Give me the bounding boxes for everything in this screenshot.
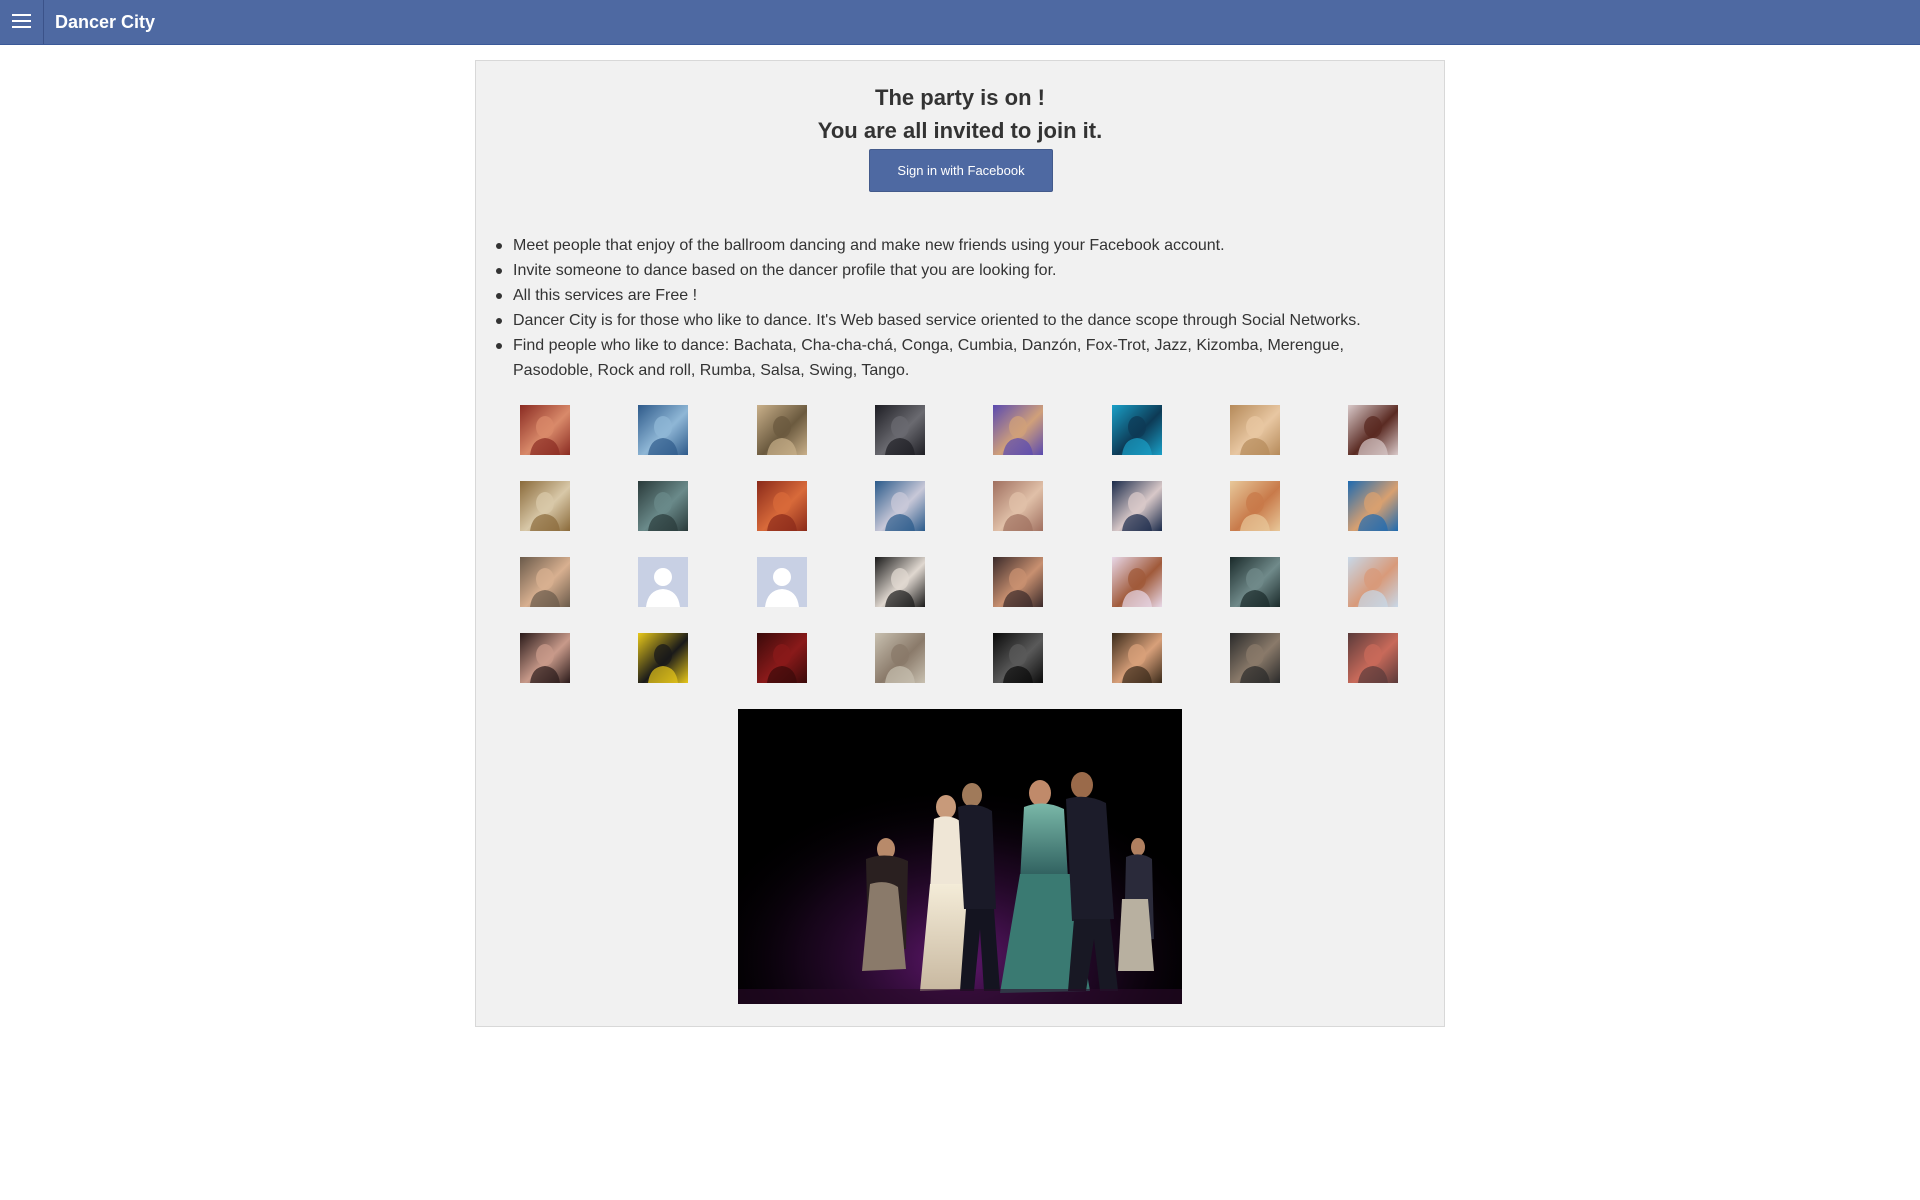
member-photo xyxy=(648,492,678,531)
member-avatar[interactable] xyxy=(1230,481,1280,531)
member-avatar[interactable] xyxy=(875,557,925,607)
member-photo xyxy=(1240,492,1270,531)
member-avatar[interactable] xyxy=(757,633,807,683)
member-photo xyxy=(1358,492,1388,531)
member-photo xyxy=(1240,644,1270,683)
member-photo xyxy=(885,568,915,607)
member-avatar[interactable] xyxy=(993,481,1043,531)
member-avatar[interactable] xyxy=(757,405,807,455)
feature-item: Dancer City is for those who like to dan… xyxy=(496,308,1413,333)
member-photo xyxy=(1358,416,1388,455)
member-photo xyxy=(530,492,560,531)
member-avatar[interactable] xyxy=(638,405,688,455)
member-photo xyxy=(1003,568,1033,607)
headline-line-2: You are all invited to join it. xyxy=(817,118,1103,143)
member-avatar[interactable] xyxy=(875,405,925,455)
default-user-silhouette-icon xyxy=(646,568,680,607)
member-avatar[interactable] xyxy=(638,633,688,683)
feature-list: Meet people that enjoy of the ballroom d… xyxy=(496,233,1413,383)
member-photo xyxy=(1122,644,1152,683)
member-avatar[interactable] xyxy=(1112,405,1162,455)
member-avatar[interactable] xyxy=(875,633,925,683)
member-avatar[interactable] xyxy=(1112,633,1162,683)
member-photo xyxy=(1122,568,1152,607)
feature-item: All this services are Free ! xyxy=(496,283,1413,308)
member-photo xyxy=(1003,644,1033,683)
member-avatar[interactable] xyxy=(757,481,807,531)
member-avatar[interactable] xyxy=(1112,557,1162,607)
member-photo xyxy=(1003,492,1033,531)
member-avatar[interactable] xyxy=(875,481,925,531)
member-photo xyxy=(648,644,678,683)
member-photo xyxy=(767,644,797,683)
member-photo xyxy=(1240,416,1270,455)
member-avatar[interactable] xyxy=(1112,481,1162,531)
feature-item: Invite someone to dance based on the dan… xyxy=(496,258,1413,283)
member-photo xyxy=(530,644,560,683)
member-avatar[interactable] xyxy=(1348,557,1398,607)
default-user-silhouette-icon xyxy=(765,568,799,607)
hamburger-menu-button[interactable] xyxy=(0,0,44,44)
member-avatar[interactable] xyxy=(1348,481,1398,531)
member-avatar[interactable] xyxy=(1230,557,1280,607)
sign-in-facebook-button[interactable]: Sign in with Facebook xyxy=(869,149,1053,192)
top-navbar: Dancer City xyxy=(0,0,1920,45)
member-avatar[interactable] xyxy=(993,633,1043,683)
member-avatar[interactable] xyxy=(993,557,1043,607)
member-avatar[interactable] xyxy=(1230,405,1280,455)
member-photo xyxy=(530,568,560,607)
member-photo xyxy=(885,492,915,531)
member-photo xyxy=(885,644,915,683)
member-avatar-placeholder[interactable] xyxy=(638,557,688,607)
member-avatar[interactable] xyxy=(1348,633,1398,683)
member-avatar[interactable] xyxy=(993,405,1043,455)
member-photo xyxy=(1358,568,1388,607)
brand-title[interactable]: Dancer City xyxy=(55,0,155,44)
member-photo xyxy=(1240,568,1270,607)
main-panel: The party is on ! You are all invited to… xyxy=(475,60,1445,1027)
member-photo xyxy=(1122,416,1152,455)
member-avatar[interactable] xyxy=(520,481,570,531)
tango-dancers-image xyxy=(738,709,1182,1004)
member-photo xyxy=(648,416,678,455)
feature-item: Meet people that enjoy of the ballroom d… xyxy=(496,233,1413,258)
member-photo xyxy=(1003,416,1033,455)
member-avatar[interactable] xyxy=(1348,405,1398,455)
member-photo xyxy=(1122,492,1152,531)
member-photo xyxy=(767,492,797,531)
member-avatar-placeholder[interactable] xyxy=(757,557,807,607)
member-avatar[interactable] xyxy=(520,405,570,455)
member-avatar[interactable] xyxy=(520,557,570,607)
member-avatar[interactable] xyxy=(520,633,570,683)
member-avatar[interactable] xyxy=(638,481,688,531)
tango-dancers-photo xyxy=(738,709,1182,1004)
member-photo xyxy=(767,416,797,455)
headline-line-1: The party is on ! xyxy=(875,85,1045,110)
member-photo xyxy=(885,416,915,455)
headline: The party is on ! You are all invited to… xyxy=(476,81,1444,147)
hamburger-menu-icon xyxy=(12,14,31,28)
feature-item: Find people who like to dance: Bachata, … xyxy=(496,333,1413,383)
member-photo xyxy=(530,416,560,455)
member-avatar[interactable] xyxy=(1230,633,1280,683)
member-photo xyxy=(1358,644,1388,683)
